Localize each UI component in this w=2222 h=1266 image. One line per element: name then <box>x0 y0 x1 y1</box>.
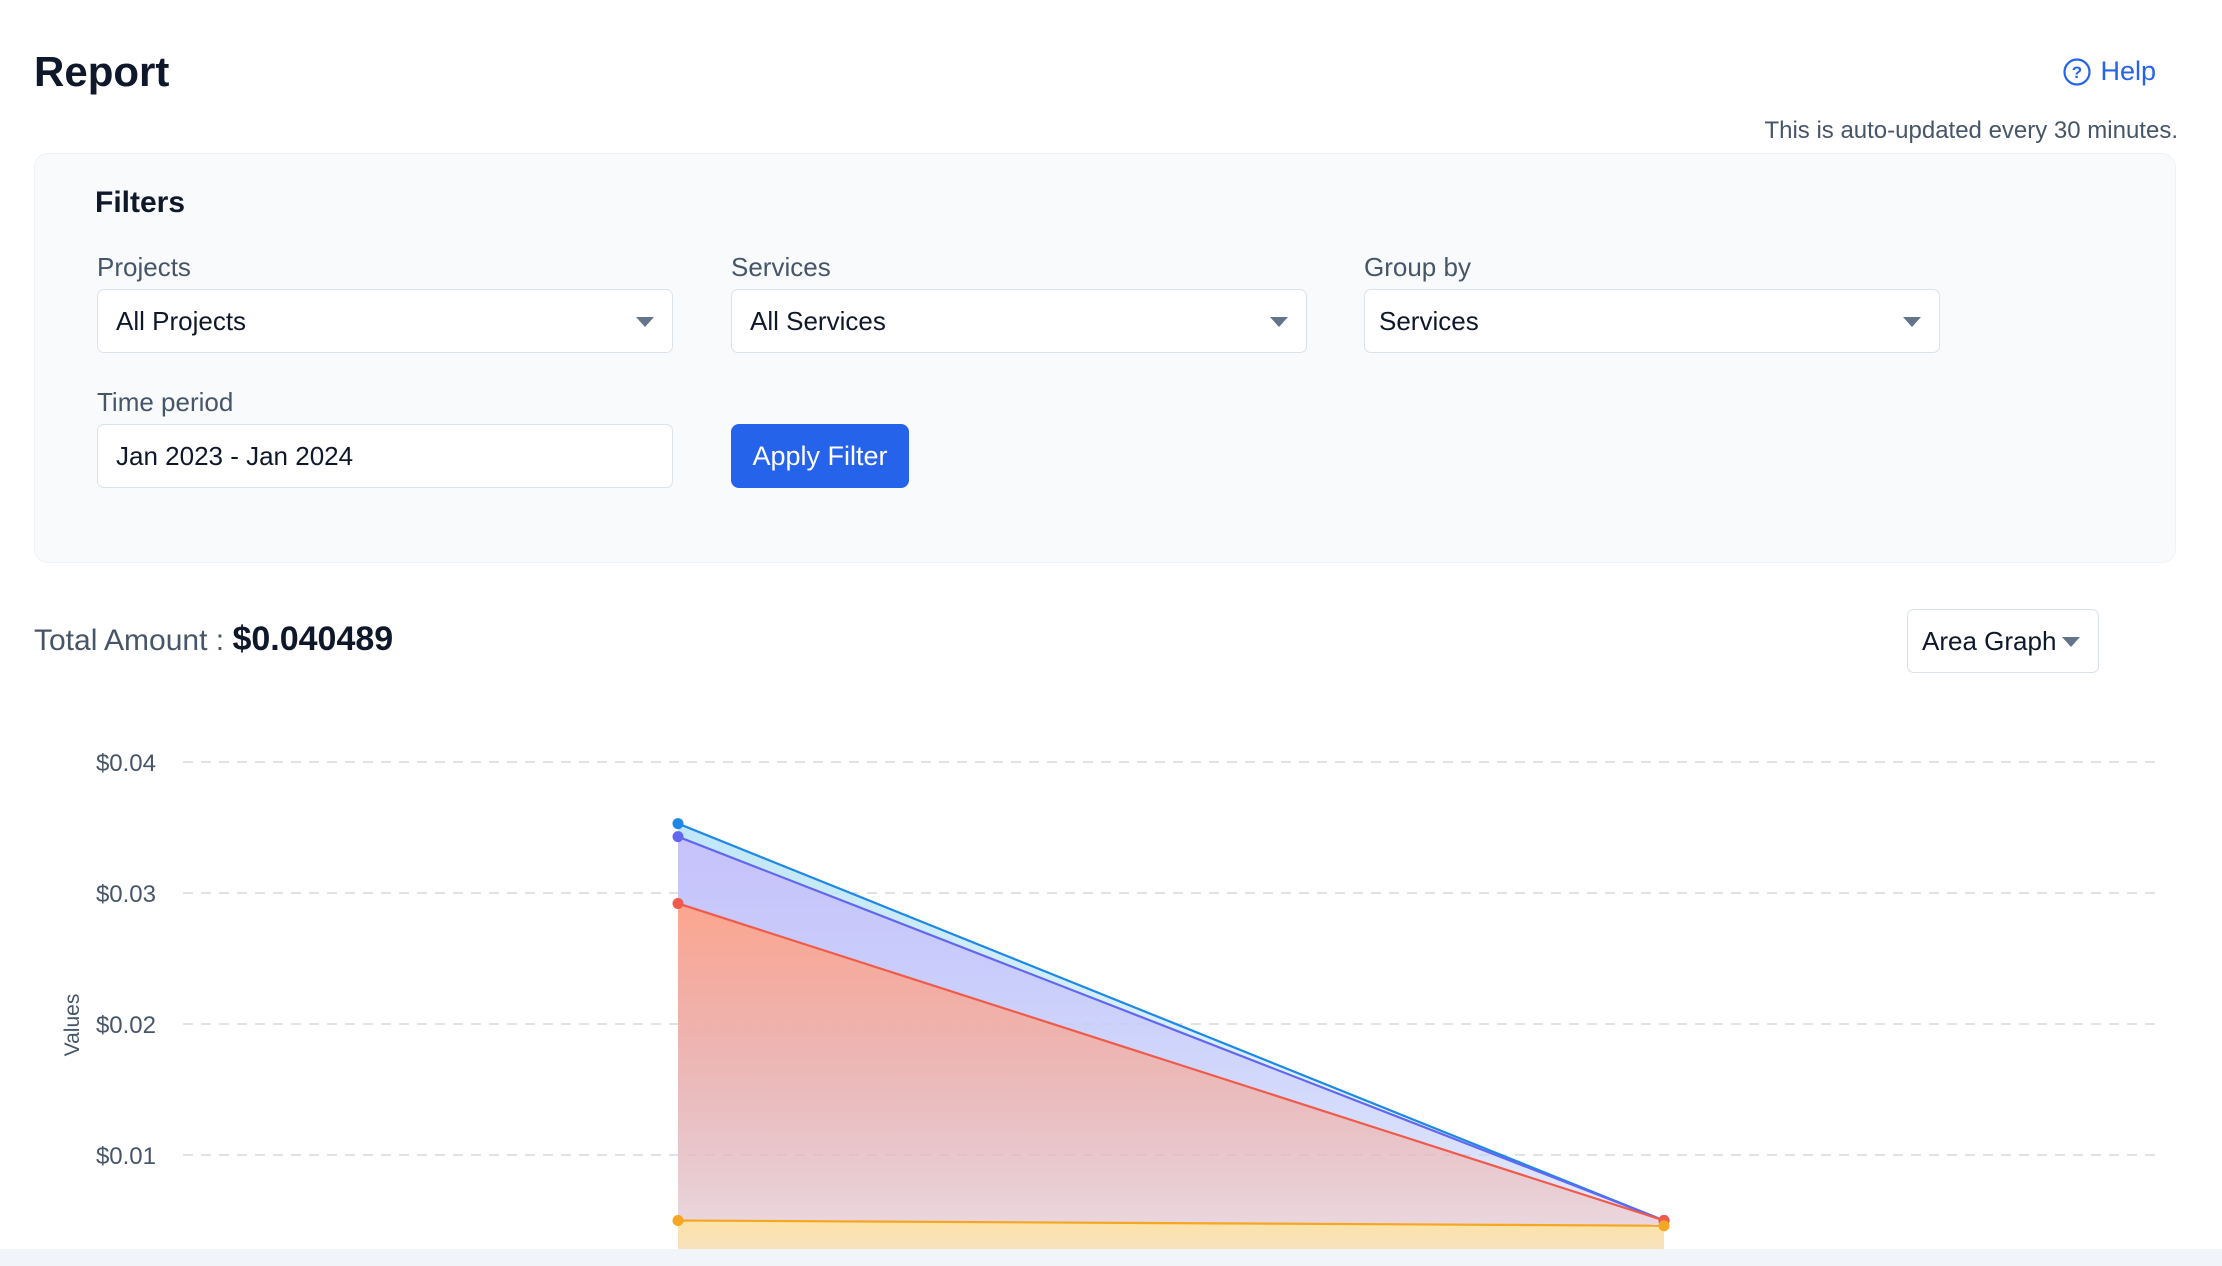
filters-title: Filters <box>95 186 186 219</box>
services-label: Services <box>731 252 831 282</box>
group-by-select-value: Services <box>1379 305 1479 336</box>
help-link[interactable]: ? Help <box>2062 56 2156 87</box>
apply-filter-button[interactable]: Apply Filter <box>731 424 909 488</box>
projects-select[interactable]: All Projects <box>97 289 673 353</box>
data-point <box>672 818 684 830</box>
bottom-scroll-area <box>0 1249 2222 1266</box>
y-tick-label: $0.03 <box>96 881 156 908</box>
time-period-value: Jan 2023 - Jan 2024 <box>116 440 354 471</box>
data-point <box>672 1215 684 1226</box>
services-select[interactable]: All Services <box>731 289 1307 353</box>
time-period-input[interactable]: Jan 2023 - Jan 2024 <box>97 424 673 488</box>
y-tick-label: $0.04 <box>96 750 156 777</box>
area-chart: $0.04 $0.03 $0.02 $0.01 Values <box>61 750 2160 1249</box>
filters-panel: Filters Projects All Projects Services A… <box>34 153 2176 563</box>
page-title: Report <box>34 48 170 95</box>
total-amount-value: $0.040489 <box>232 620 394 658</box>
chevron-down-icon <box>636 317 654 327</box>
help-label: Help <box>2100 56 2156 86</box>
svg-text:?: ? <box>2072 63 2082 82</box>
chart-type-select[interactable]: Area Graph <box>1907 609 2099 673</box>
total-amount: Total Amount : $0.040489 <box>34 620 393 659</box>
group-by-label: Group by <box>1364 252 1471 282</box>
chevron-down-icon <box>1270 317 1288 327</box>
projects-label: Projects <box>97 252 191 282</box>
chevron-down-icon <box>2062 637 2080 647</box>
y-tick-label: $0.01 <box>96 1143 156 1170</box>
chevron-down-icon <box>1903 317 1921 327</box>
total-amount-label: Total Amount : <box>34 624 233 657</box>
chart-type-value: Area Graph <box>1922 625 2057 656</box>
data-point <box>672 897 684 909</box>
data-point <box>1658 1220 1670 1232</box>
help-icon: ? <box>2062 57 2092 87</box>
projects-select-value: All Projects <box>116 305 247 336</box>
time-period-label: Time period <box>97 387 234 417</box>
group-by-select[interactable]: Services <box>1364 289 1940 353</box>
data-point <box>672 831 684 843</box>
auto-update-note: This is auto-updated every 30 minutes. <box>1764 117 2178 144</box>
y-axis-label: Values <box>61 994 84 1057</box>
y-tick-label: $0.02 <box>96 1012 156 1039</box>
series-area <box>678 903 1664 1249</box>
services-select-value: All Services <box>750 305 886 336</box>
